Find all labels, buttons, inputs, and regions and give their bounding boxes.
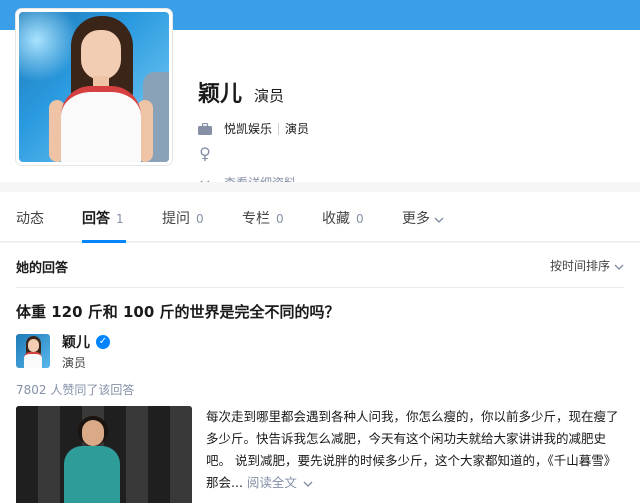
question-title[interactable]: 体重 120 斤和 100 斤的世界是完全不同的吗？	[16, 301, 340, 322]
section-gap	[0, 182, 640, 192]
sort-label: 按时间排序	[549, 259, 610, 273]
tab-label: 专栏	[242, 211, 270, 227]
tab-count: 1	[116, 212, 124, 226]
tab-answers[interactable]: 回答 1	[82, 208, 124, 228]
tab-activity[interactable]: 动态	[16, 208, 44, 228]
author-avatar[interactable]	[16, 334, 50, 368]
profile-headline: 演员	[254, 87, 285, 105]
profile-avatar[interactable]	[16, 9, 172, 165]
profile-employment: 悦凯娱乐 演员	[198, 120, 309, 137]
tab-questions[interactable]: 提问 0	[162, 208, 204, 228]
author-name-row: 颖儿 ✓	[62, 332, 110, 352]
avatar-photo	[19, 12, 169, 162]
chevron-down-icon	[434, 211, 444, 227]
profile-gender: ♀	[198, 143, 224, 163]
tab-label: 更多	[402, 211, 430, 227]
tab-count: 0	[196, 212, 204, 226]
tab-label: 提问	[162, 211, 190, 227]
tab-label: 回答	[82, 211, 110, 227]
profile-name-row: 颖儿 演员	[198, 76, 284, 108]
tab-columns[interactable]: 专栏 0	[242, 208, 284, 228]
read-more-label: 阅读全文	[246, 475, 297, 490]
info-divider	[278, 122, 280, 135]
tab-count: 0	[356, 212, 364, 226]
section-title: 她的回答	[16, 261, 69, 276]
female-icon: ♀	[199, 143, 211, 163]
profile-job[interactable]: 演员	[285, 120, 309, 137]
read-more-link[interactable]: 阅读全文	[247, 475, 313, 490]
answer-thumbnail[interactable]	[16, 406, 192, 503]
profile-name: 颖儿	[198, 82, 243, 107]
answers-list: 她的回答 按时间排序 体重 120 斤和 100 斤的世界是完全不同的吗？ 颖儿…	[0, 243, 640, 503]
verified-icon: ✓	[96, 335, 110, 349]
answer-excerpt[interactable]: 每次走到哪里都会遇到各种人问我，你怎么瘦的，你以前多少斤，现在瘦了多少斤。快告诉…	[206, 406, 626, 494]
author-headline: 演员	[62, 356, 87, 370]
divider	[16, 287, 624, 288]
profile-tabs: 动态 回答 1 提问 0 专栏 0 收藏 0 更多	[0, 192, 640, 242]
vote-count: 7802 人赞同了该回答	[16, 383, 135, 397]
tab-count: 0	[276, 212, 284, 226]
briefcase-icon	[198, 122, 212, 136]
tab-label: 收藏	[322, 211, 350, 227]
chevron-down-icon	[303, 481, 313, 487]
tab-label: 动态	[16, 211, 44, 227]
tab-collections[interactable]: 收藏 0	[322, 208, 364, 228]
profile-company[interactable]: 悦凯娱乐	[224, 120, 272, 137]
author-name[interactable]: 颖儿	[62, 332, 90, 352]
sort-dropdown[interactable]: 按时间排序	[550, 257, 624, 274]
tab-more[interactable]: 更多	[402, 208, 444, 228]
chevron-down-icon	[614, 259, 624, 273]
